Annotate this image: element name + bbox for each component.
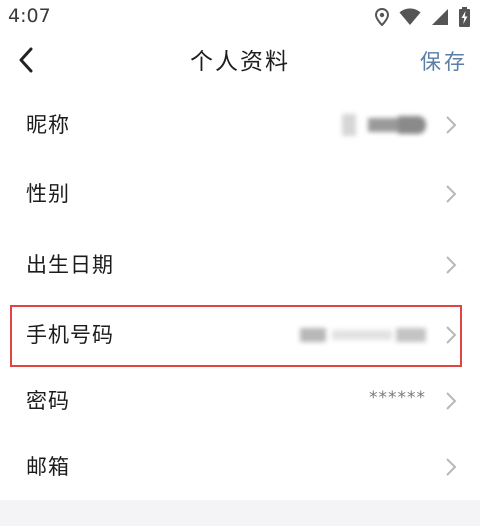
- nav-bar: 个人资料 保存: [0, 34, 480, 90]
- chevron-right-icon: [446, 392, 457, 410]
- row-phone[interactable]: 手机号码: [0, 302, 480, 368]
- chevron-right-icon: [446, 185, 457, 203]
- row-gender[interactable]: 性别: [0, 160, 480, 228]
- status-bar: 4:07: [0, 0, 480, 34]
- phone-label: 手机号码: [26, 323, 114, 347]
- nickname-redacted: [322, 114, 432, 136]
- row-birthday[interactable]: 出生日期: [0, 228, 480, 302]
- row-email[interactable]: 邮箱: [0, 434, 480, 500]
- chevron-right-icon: [446, 458, 457, 476]
- chevron-left-icon: [19, 47, 33, 73]
- location-icon: [375, 8, 389, 26]
- row-nickname[interactable]: 昵称: [0, 90, 480, 160]
- signal-icon: [431, 8, 449, 26]
- email-label: 邮箱: [26, 455, 70, 479]
- nickname-label: 昵称: [26, 113, 70, 137]
- wifi-icon: [399, 8, 421, 26]
- save-button[interactable]: 保存: [420, 44, 468, 80]
- status-icons: [375, 6, 470, 28]
- row-password[interactable]: 密码 ******: [0, 368, 480, 434]
- gender-label: 性别: [26, 182, 70, 206]
- page-title: 个人资料: [190, 49, 290, 75]
- status-time: 4:07: [8, 5, 51, 27]
- profile-screen: 4:07 个人资料 保存 昵称 性别 出生日期 手机号码 密码 ****** 邮…: [0, 0, 480, 526]
- back-button[interactable]: [6, 40, 46, 80]
- phone-redacted: [300, 324, 430, 346]
- birthday-label: 出生日期: [26, 253, 114, 277]
- battery-charging-icon: [459, 7, 470, 27]
- chevron-right-icon: [446, 256, 457, 274]
- chevron-right-icon: [446, 326, 457, 344]
- profile-list: 昵称 性别 出生日期 手机号码 密码 ****** 邮箱: [0, 90, 480, 500]
- chevron-right-icon: [446, 116, 457, 134]
- password-label: 密码: [26, 389, 70, 413]
- password-value: ******: [369, 388, 426, 408]
- page-background: [0, 500, 480, 526]
